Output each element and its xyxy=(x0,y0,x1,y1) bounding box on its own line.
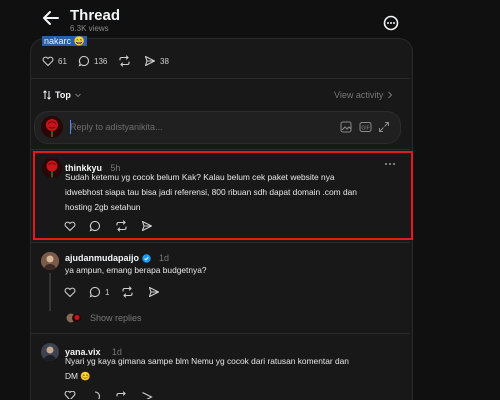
reply-avatars-icon xyxy=(66,313,82,323)
heart-icon xyxy=(42,56,54,67)
image-icon xyxy=(340,121,352,133)
send-icon xyxy=(144,55,156,67)
comment-text: ya ampun, emang berapa budgetnya? xyxy=(65,265,207,275)
avatar[interactable] xyxy=(41,343,59,361)
show-replies-label: Show replies xyxy=(90,313,142,323)
reply-input[interactable]: Reply to adistyanikita... xyxy=(70,122,163,132)
divider xyxy=(31,333,410,334)
thread-line xyxy=(49,273,51,311)
highlight-frame xyxy=(33,151,413,240)
like-button[interactable] xyxy=(64,286,76,298)
divider xyxy=(31,149,410,150)
heart-icon xyxy=(64,287,76,298)
send-icon xyxy=(142,392,153,399)
more-circle-icon xyxy=(383,15,399,31)
comment-text: Nyari yg kaya gimana sampe blm Nemu yg c… xyxy=(65,356,349,381)
share-button[interactable] xyxy=(148,286,160,298)
arrow-left-icon xyxy=(43,11,59,25)
gif-button[interactable]: GIF xyxy=(359,121,372,133)
comment-icon xyxy=(78,55,89,67)
repost-icon xyxy=(116,391,126,397)
back-button[interactable] xyxy=(40,8,62,28)
comment-count: 1 xyxy=(105,287,110,297)
timestamp: 1d xyxy=(159,253,170,263)
comment-header: ajudanmudapaijo 1d xyxy=(65,253,169,263)
comment-button[interactable] xyxy=(89,391,101,399)
like-count: 61 xyxy=(58,56,67,66)
repost-icon xyxy=(119,55,130,67)
expand-button[interactable] xyxy=(378,121,390,133)
like-button[interactable] xyxy=(64,391,76,399)
gif-icon: GIF xyxy=(359,122,372,132)
view-count: 6.3K views xyxy=(70,24,109,33)
repost-button[interactable] xyxy=(115,391,128,399)
user-avatar xyxy=(41,116,63,138)
share-count: 38 xyxy=(160,56,169,66)
more-options-button[interactable] xyxy=(382,14,400,32)
comment-button[interactable]: 1 xyxy=(89,286,109,298)
verified-badge-icon xyxy=(142,253,151,263)
comment-icon xyxy=(94,391,100,399)
sort-dropdown[interactable]: Top xyxy=(42,90,82,100)
username[interactable]: ajudanmudapaijo xyxy=(65,253,139,263)
divider xyxy=(31,242,410,243)
heart-icon xyxy=(64,391,76,399)
sort-label: Top xyxy=(55,90,71,100)
person-avatar-icon xyxy=(41,343,59,361)
share-button[interactable]: 38 xyxy=(144,55,169,67)
avatar[interactable] xyxy=(41,252,59,270)
like-button[interactable]: 61 xyxy=(42,55,67,67)
share-button[interactable] xyxy=(141,391,153,399)
send-icon xyxy=(148,286,160,298)
page-title: Thread xyxy=(70,7,121,24)
view-activity-label: View activity xyxy=(334,90,384,100)
repost-button[interactable] xyxy=(118,55,131,67)
chevron-down-icon xyxy=(74,93,81,98)
comment-icon xyxy=(89,286,100,298)
show-replies-button[interactable]: Show replies xyxy=(66,312,142,324)
view-activity-link[interactable]: View activity xyxy=(334,90,393,100)
rose-avatar-icon xyxy=(46,119,58,137)
expand-icon xyxy=(379,122,389,132)
divider xyxy=(31,78,410,79)
repost-icon xyxy=(122,286,133,298)
post-text-tail: nakarc 😄 xyxy=(42,36,87,46)
attach-image-button[interactable] xyxy=(340,121,352,133)
comment-count: 136 xyxy=(94,56,108,66)
chevron-right-icon xyxy=(388,91,393,99)
sort-icon xyxy=(43,90,51,100)
repost-button[interactable] xyxy=(121,286,134,298)
person-avatar-icon xyxy=(41,252,59,270)
comment-button[interactable]: 136 xyxy=(78,55,107,67)
svg-text:GIF: GIF xyxy=(361,125,369,131)
